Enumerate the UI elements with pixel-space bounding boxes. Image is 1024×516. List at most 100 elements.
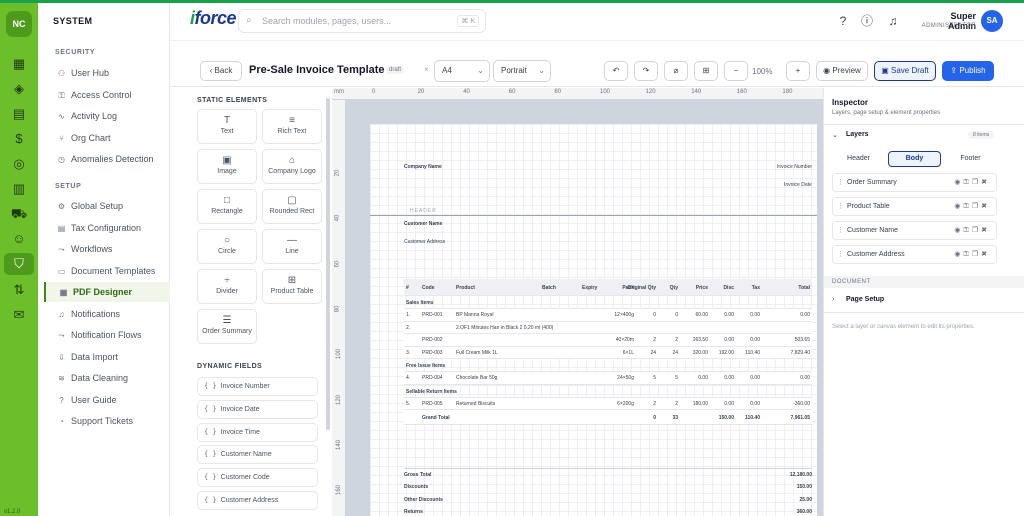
sidebar-item-notifications[interactable]: ♫ Notifications <box>44 304 170 324</box>
sidebar-item-document-templates[interactable]: ▭ Document Templates <box>44 261 170 281</box>
sidebar-item-workflows[interactable]: ⤳ Workflows <box>44 239 170 259</box>
preview-button[interactable]: ◉ Preview <box>816 61 868 81</box>
invoice-number-field[interactable]: Invoice Number <box>777 164 812 170</box>
table-cell: Original Qty <box>627 284 656 291</box>
tab-header[interactable]: Header <box>832 151 885 167</box>
layer-customer-address[interactable]: ⋮ Customer Address ◉⚿❐✖ <box>832 245 997 264</box>
palette-scrollbar[interactable] <box>326 98 330 430</box>
tile-image[interactable]: ▣ Image <box>197 149 257 184</box>
page-setup-toggle[interactable]: Page Setup <box>846 296 884 303</box>
drag-handle-icon[interactable]: ⋮ <box>837 198 844 215</box>
tile-text[interactable]: T Text <box>197 109 257 144</box>
tile-rectangle[interactable]: □ Rectangle <box>197 189 257 224</box>
invoice-date-field[interactable]: Invoice Date <box>784 182 812 188</box>
grid-toggle-button[interactable]: ⊞ <box>694 61 718 81</box>
design-canvas[interactable]: mm 0 20 40 60 80 100 120 140 160 180 20 40 60 80 100 12… <box>332 88 823 516</box>
field-invoice-date[interactable]: { } Invoice Date <box>197 399 318 419</box>
redo-button[interactable]: ↷ <box>634 61 658 81</box>
tab-body[interactable]: Body <box>888 151 941 167</box>
sidebar-item-notification-flows[interactable]: ⤳ Notification Flows <box>44 325 170 345</box>
inbox-icon[interactable]: ✉ <box>10 306 28 324</box>
field-invoice-number[interactable]: { } Invoice Number <box>197 377 318 396</box>
summary-divider <box>404 468 812 469</box>
sidebar-item-data-cleaning[interactable]: ≋ Data Cleaning <box>44 368 170 388</box>
sidebar-item-label: Anomalies Detection <box>71 154 154 164</box>
people-icon[interactable]: ☺ <box>10 230 28 248</box>
zoom-out-button[interactable]: − <box>724 61 748 81</box>
layers-icon[interactable]: ◈ <box>10 80 28 98</box>
orientation-select[interactable]: Portrait ⌄ <box>493 60 551 82</box>
sidebar-item-pdf-designer[interactable]: ▦ PDF Designer <box>44 282 170 302</box>
sidebar-item-activity-log[interactable]: ∿ Activity Log <box>44 106 170 126</box>
chart-icon[interactable]: ▥ <box>10 180 28 198</box>
tile-line[interactable]: — Line <box>262 229 322 264</box>
field-customer-code[interactable]: { } Customer Code <box>197 468 318 488</box>
target-icon[interactable]: ◎ <box>10 155 28 173</box>
tile-company-logo[interactable]: ⌂ Company Logo <box>262 149 322 184</box>
layer-actions-icon[interactable]: ◉⚿❐✖ <box>954 174 990 191</box>
a4-page[interactable]: Company Name Invoice Number Invoice Date… <box>370 124 817 516</box>
attach-button[interactable]: ⌀ <box>664 61 688 81</box>
field-customer-address[interactable]: { } Customer Address <box>197 491 318 510</box>
route-icon[interactable]: ⇅ <box>10 281 28 299</box>
drag-handle-icon[interactable]: ⋮ <box>837 222 844 239</box>
table-cell: 0.00 <box>750 312 760 319</box>
field-customer-name[interactable]: { } Customer Name <box>197 445 318 465</box>
zoom-in-button[interactable]: + <box>786 61 810 81</box>
sidebar-item-org-chart[interactable]: ⑂ Org Chart <box>44 128 170 148</box>
tile-rich-text[interactable]: ≡ Rich Text <box>262 109 322 144</box>
app-badge[interactable]: NC <box>6 11 32 37</box>
search-box[interactable]: ⌕ Search modules, pages, users... ⌘ K <box>238 9 486 33</box>
sidebar-item-user-guide[interactable]: ? User Guide <box>44 390 170 410</box>
tile-label: Text <box>220 128 234 135</box>
tile-product-table[interactable]: ⊞ Product Table <box>262 269 322 304</box>
info-icon[interactable]: ⓘ <box>858 12 876 30</box>
sidebar-item-support-tickets[interactable]: ◔ Support Tickets <box>44 411 170 431</box>
chevron-down-icon[interactable]: ⌄ <box>832 131 838 139</box>
sidebar-item-user-hub[interactable]: ⚇ User Hub <box>44 63 170 83</box>
sidebar-item-tax-configuration[interactable]: ▤ Tax Configuration <box>44 218 170 238</box>
publish-button[interactable]: ⇪ Publish <box>942 61 994 81</box>
tab-footer[interactable]: Footer <box>944 151 997 167</box>
dashboard-icon[interactable]: ▦ <box>10 55 28 73</box>
layer-product-table[interactable]: ⋮ Product Table ◉⚿❐✖ <box>832 197 997 216</box>
save-draft-button[interactable]: ▣ Save Draft <box>874 61 936 81</box>
layer-actions-icon[interactable]: ◉⚿❐✖ <box>954 198 990 215</box>
drag-handle-icon[interactable]: ⋮ <box>837 246 844 263</box>
drag-handle-icon[interactable]: ⋮ <box>837 174 844 191</box>
customer-name-field[interactable]: Customer Name <box>404 221 442 227</box>
sidebar-item-label: User Hub <box>71 68 110 78</box>
customer-address-field[interactable]: Customer Address <box>404 239 445 245</box>
dollar-icon[interactable]: $ <box>10 130 28 148</box>
shortcut-hint: ⌘ K <box>457 15 479 27</box>
avatar[interactable]: SA <box>981 10 1003 32</box>
undo-button[interactable]: ↶ <box>604 61 628 81</box>
chevron-right-icon[interactable]: › <box>832 296 834 303</box>
tile-divider[interactable]: ÷ Divider <box>197 269 257 304</box>
table-cell: PRD-001 <box>422 312 443 319</box>
shield-icon[interactable]: ⛉ <box>4 253 34 275</box>
close-icon[interactable]: × <box>424 65 429 74</box>
sidebar-item-access-control[interactable]: ⚿ Access Control <box>44 85 170 105</box>
layer-actions-icon[interactable]: ◉⚿❐✖ <box>954 222 990 239</box>
search-input[interactable]: Search modules, pages, users... <box>262 16 391 26</box>
layer-customer-name[interactable]: ⋮ Customer Name ◉⚿❐✖ <box>832 221 997 240</box>
truck-icon[interactable]: ⛟ <box>10 205 28 223</box>
box-icon[interactable]: ▤ <box>10 105 28 123</box>
layer-order-summary[interactable]: ⋮ Order Summary ◉⚿❐✖ <box>832 173 997 192</box>
sidebar-item-global-setup[interactable]: ⚙ Global Setup <box>44 196 170 216</box>
company-name-field[interactable]: Company Name <box>404 164 442 170</box>
sidebar-item-anomalies-detection[interactable]: ◷ Anomalies Detection <box>44 149 170 169</box>
field-invoice-time[interactable]: { } Invoice Time <box>197 422 318 442</box>
sidebar-item-data-import[interactable]: ⇩ Data Import <box>44 347 170 367</box>
tile-order-summary[interactable]: ☰ Order Summary <box>197 309 257 344</box>
layer-actions-icon[interactable]: ◉⚿❐✖ <box>954 246 990 263</box>
bell-icon[interactable]: ♫ <box>884 12 902 30</box>
tile-circle[interactable]: ○ Circle <box>197 229 257 264</box>
layers-label[interactable]: Layers <box>846 131 869 138</box>
paper-size-select[interactable]: A4 ⌄ <box>434 60 490 82</box>
tile-rounded-rect[interactable]: ▢ Rounded Rect <box>262 189 322 224</box>
back-button[interactable]: ‹ Back <box>200 61 242 81</box>
help-icon[interactable]: ? <box>834 12 852 30</box>
table-cell: PRD-003 <box>422 349 443 356</box>
